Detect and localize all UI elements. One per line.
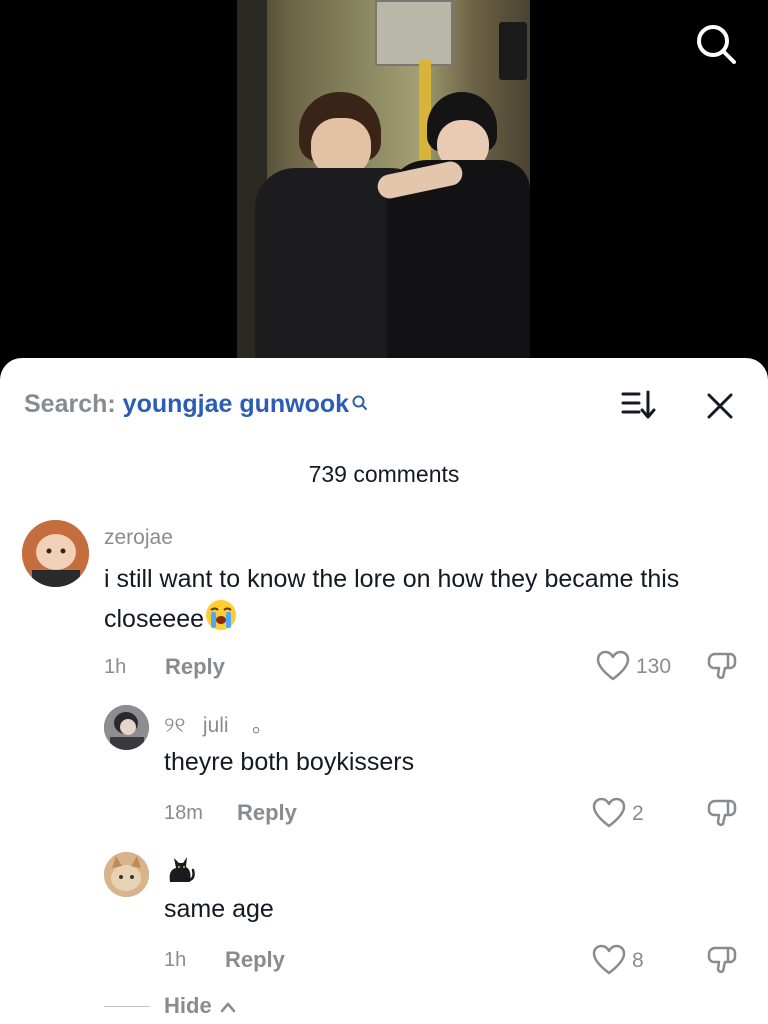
avatar[interactable]: [104, 705, 149, 750]
reply-button[interactable]: Reply: [225, 947, 285, 973]
comment-text: i still want to know the lore on how the…: [104, 561, 744, 643]
reply-button[interactable]: Reply: [237, 800, 297, 826]
reply-text: theyre both boykissers: [164, 748, 415, 776]
dislike-icon[interactable]: [706, 944, 738, 976]
dislike-icon[interactable]: [706, 650, 738, 682]
heart-icon[interactable]: [592, 944, 626, 976]
loudly-crying-face-emoji: [204, 598, 238, 643]
reply-time: 18m: [164, 802, 203, 824]
close-icon[interactable]: [704, 390, 736, 422]
comment-username[interactable]: zerojae: [104, 526, 173, 550]
like-count: 130: [636, 655, 672, 678]
video-frame[interactable]: [237, 0, 530, 370]
comments-count: 739 comments: [308, 461, 460, 487]
comment-body: i still want to know the lore on how the…: [104, 565, 680, 634]
wall-meter: [499, 22, 527, 80]
username-text: juli: [202, 714, 229, 737]
search-icon[interactable]: [694, 22, 738, 66]
black-cat-emoji[interactable]: [164, 852, 196, 890]
small-search-icon: [351, 390, 369, 410]
hide-replies-button[interactable]: Hide: [164, 993, 236, 1019]
reply-button[interactable]: Reply: [165, 654, 225, 680]
sort-icon[interactable]: [620, 388, 656, 422]
hide-label: Hide: [164, 993, 212, 1018]
heart-icon[interactable]: [596, 650, 630, 682]
avatar[interactable]: [104, 852, 149, 897]
divider: [104, 1006, 150, 1007]
username-decoration: 。: [251, 714, 273, 737]
search-suggestion[interactable]: Search: youngjae gunwook: [24, 390, 369, 419]
reply-text: same age: [164, 895, 274, 923]
reply-time: 1h: [164, 949, 187, 971]
electric-box: [375, 0, 453, 66]
reply-username[interactable]: ୨୧ juli 。: [164, 709, 273, 739]
video-player[interactable]: [0, 0, 768, 380]
heart-icon[interactable]: [592, 797, 626, 829]
like-count: 8: [632, 949, 644, 972]
comment-time: 1h: [104, 656, 127, 678]
dislike-icon[interactable]: [706, 797, 738, 829]
search-prefix: Search:: [24, 390, 116, 418]
chevron-up-icon: [220, 1002, 236, 1013]
username-decoration: ୨୧: [164, 714, 186, 737]
avatar[interactable]: [22, 520, 89, 587]
comments-sheet: [0, 358, 768, 1024]
search-query-link[interactable]: youngjae gunwook: [123, 390, 349, 418]
like-count: 2: [632, 802, 644, 825]
